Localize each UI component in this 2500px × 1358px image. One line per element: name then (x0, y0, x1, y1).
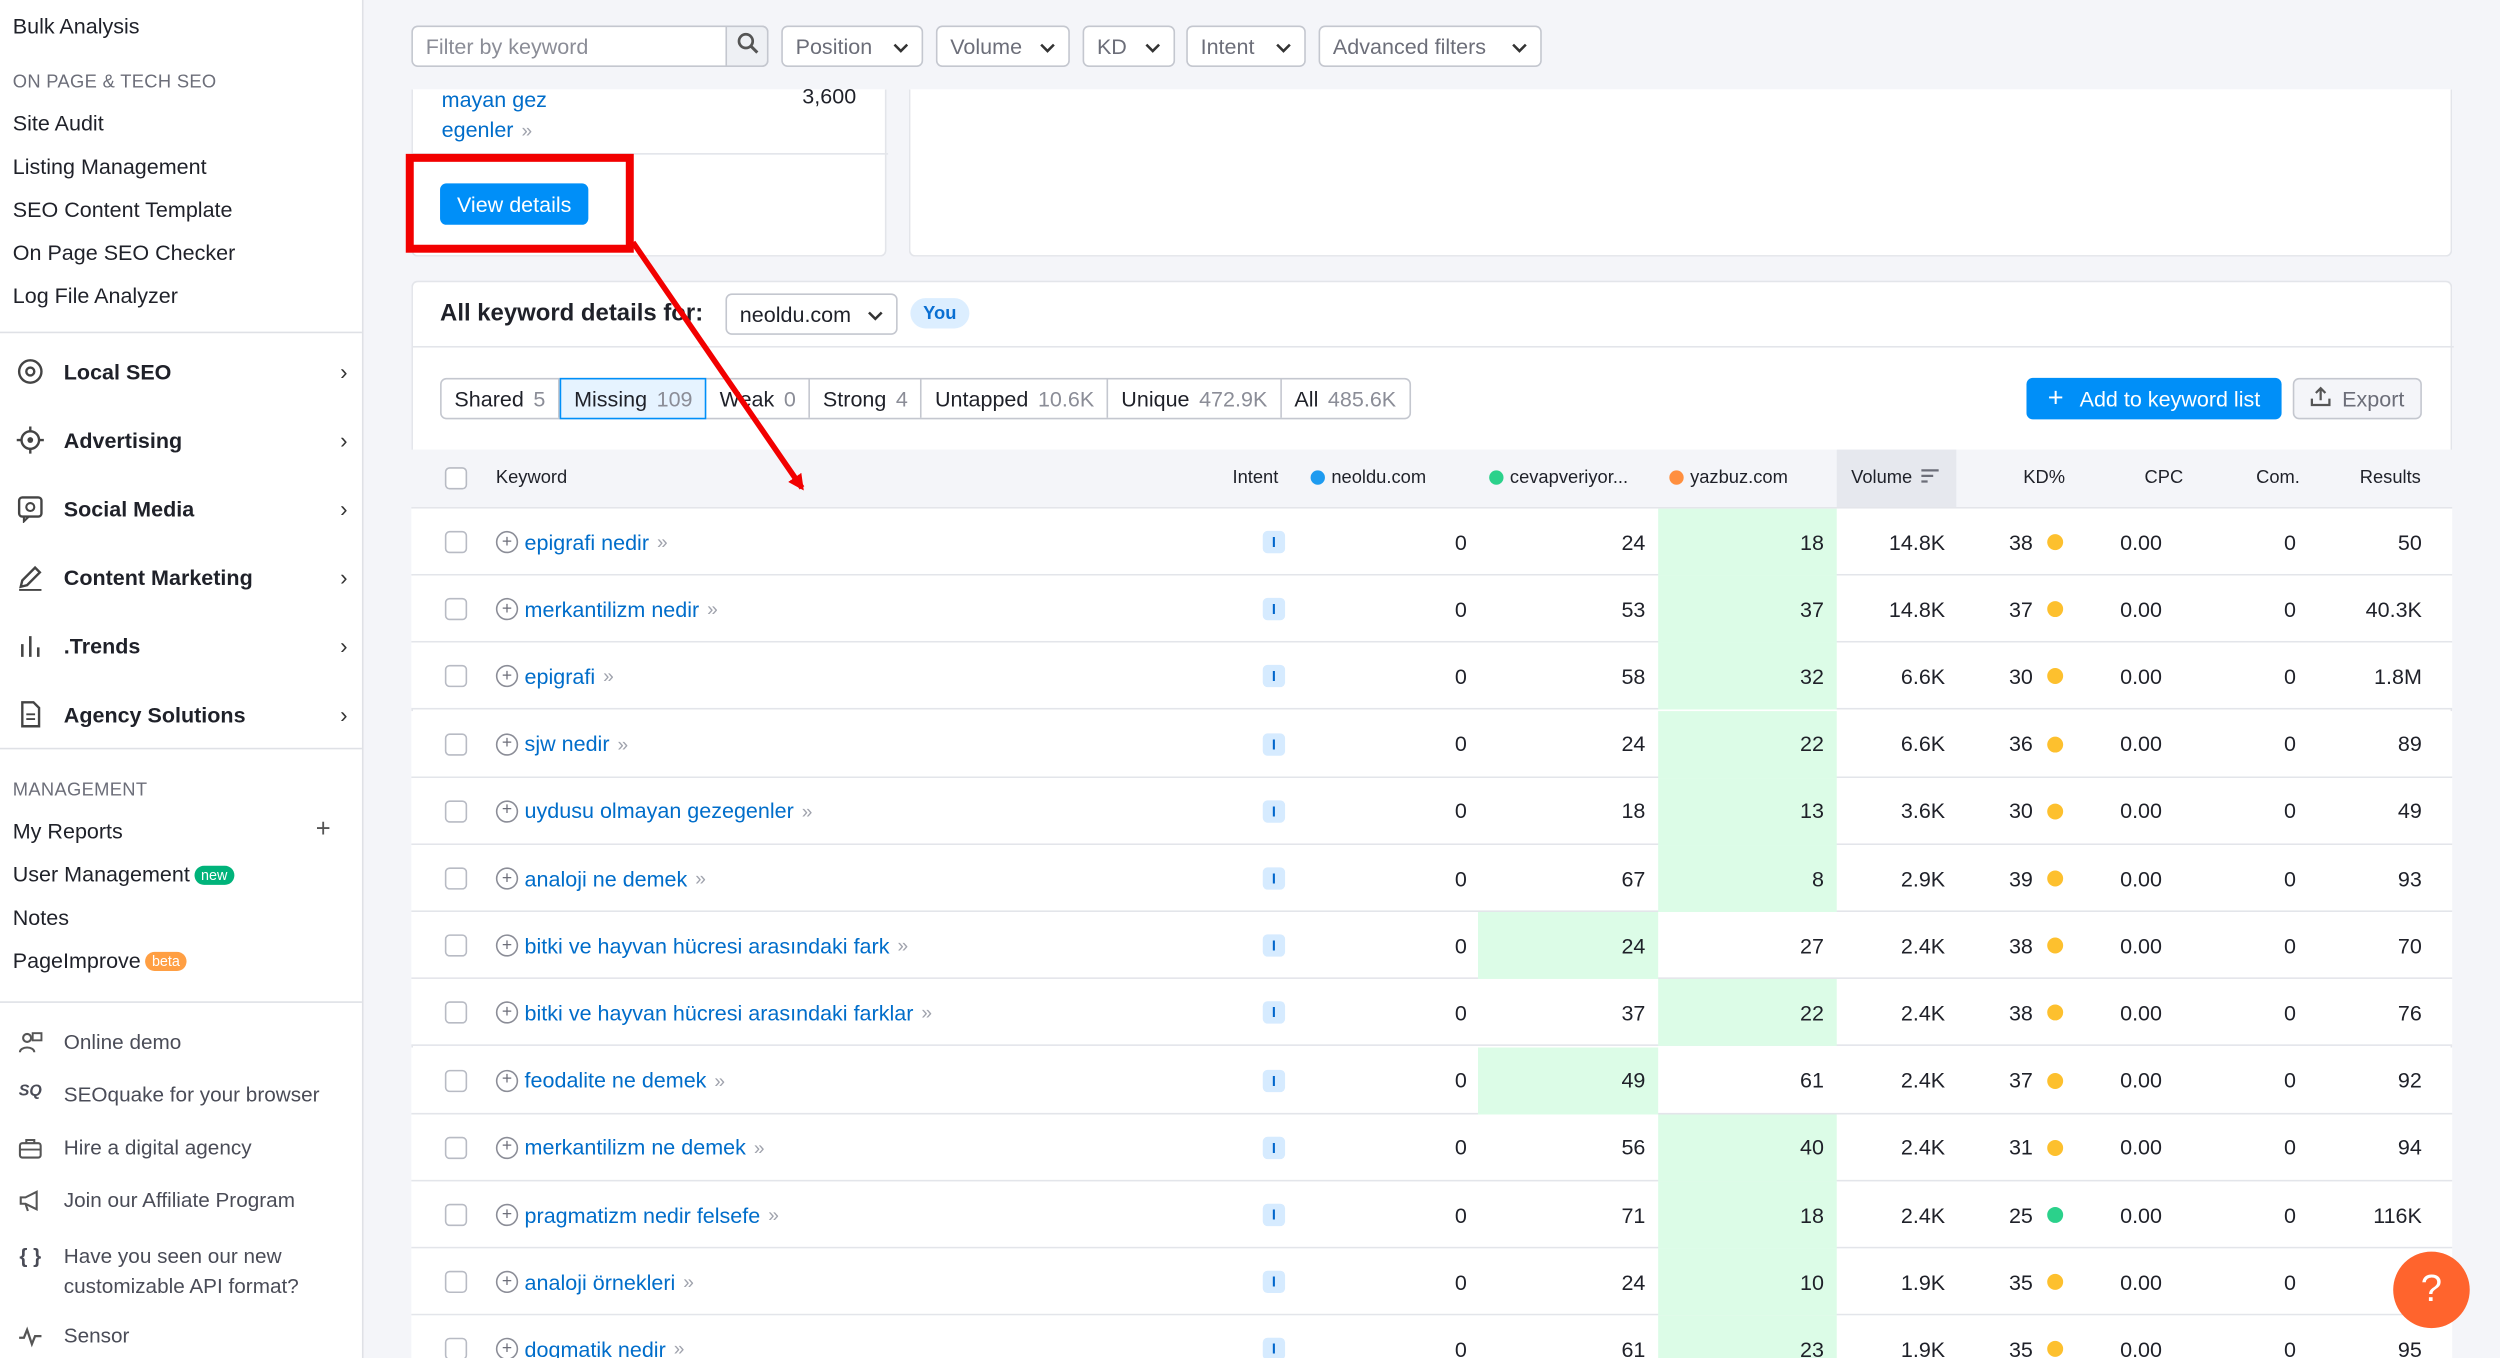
help-button[interactable]: ? (2393, 1251, 2470, 1329)
annotation-arrow (630, 240, 805, 491)
help-icon: ? (2420, 1267, 2443, 1311)
highlight-box (405, 153, 634, 253)
annotation-overlay (405, 153, 805, 491)
